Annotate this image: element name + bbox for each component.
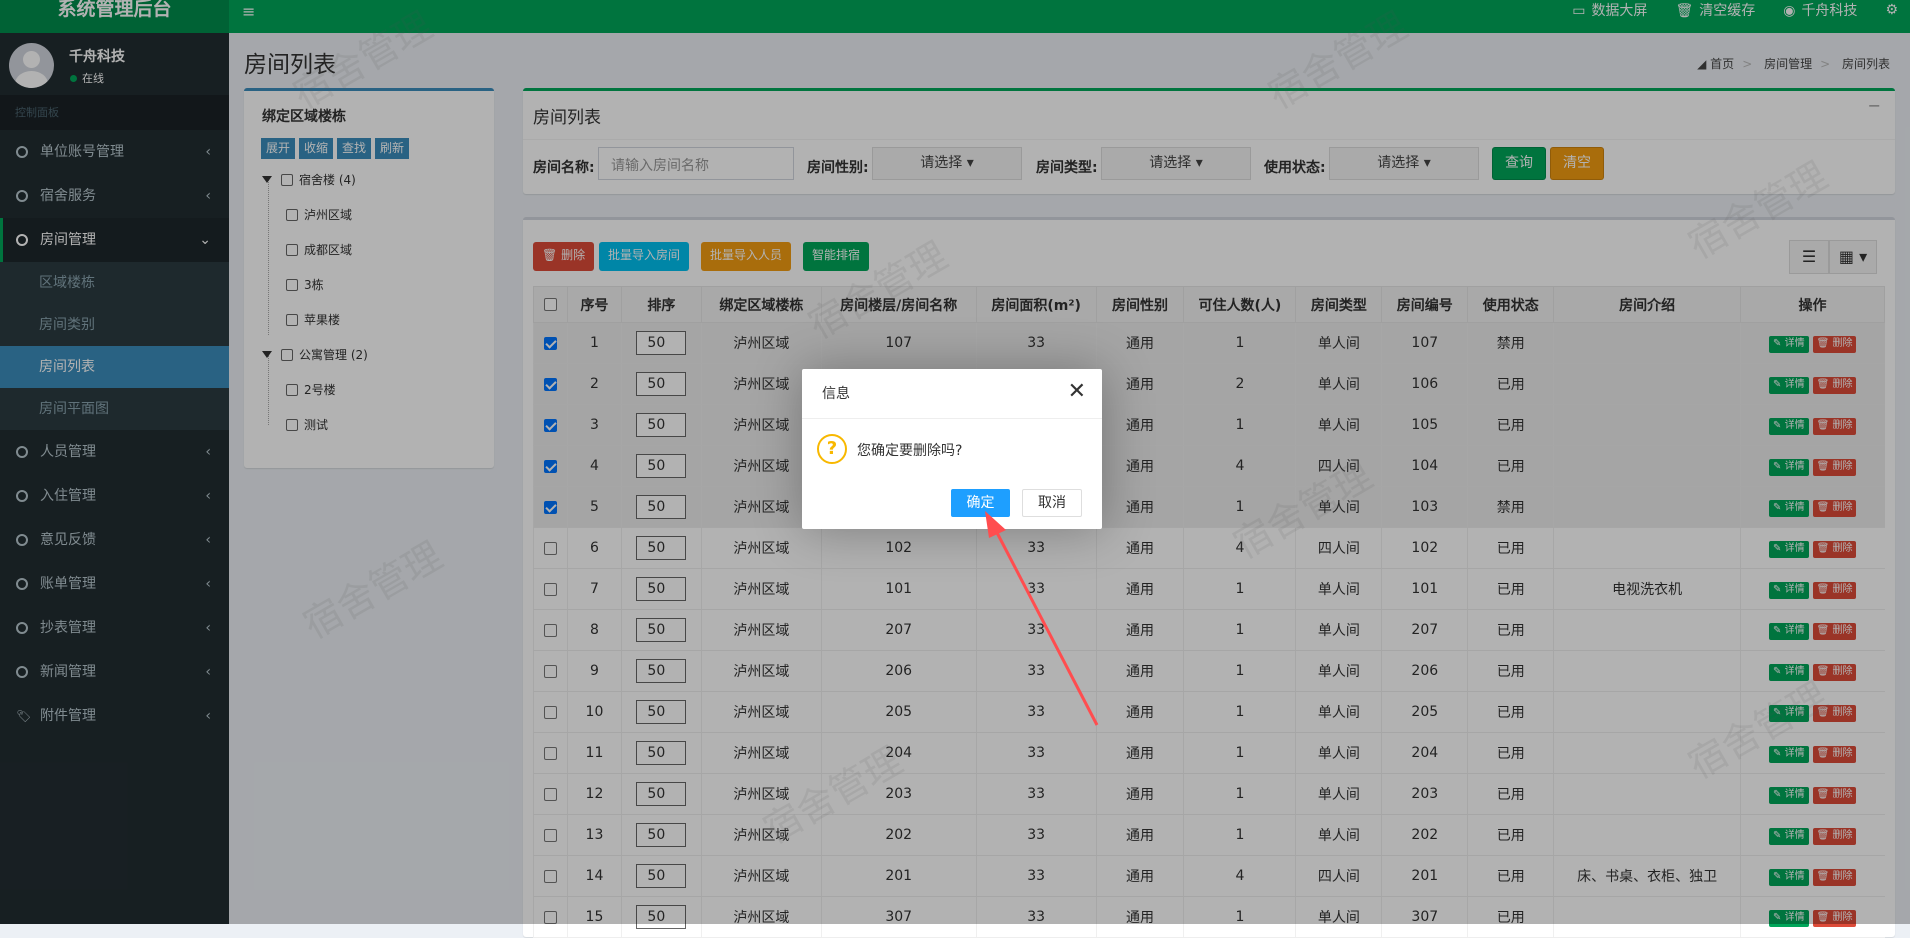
confirm-dialog: 信息 ✕ ? 您确定要删除吗? 确定 取消 bbox=[802, 369, 1102, 529]
close-icon[interactable]: ✕ bbox=[1068, 381, 1086, 403]
confirm-ok-button[interactable]: 确定 bbox=[951, 489, 1010, 517]
dialog-title: 信息 bbox=[802, 369, 1102, 419]
question-icon: ? bbox=[817, 434, 847, 464]
confirm-cancel-button[interactable]: 取消 bbox=[1022, 489, 1082, 517]
dialog-message: 您确定要删除吗? bbox=[857, 443, 963, 459]
